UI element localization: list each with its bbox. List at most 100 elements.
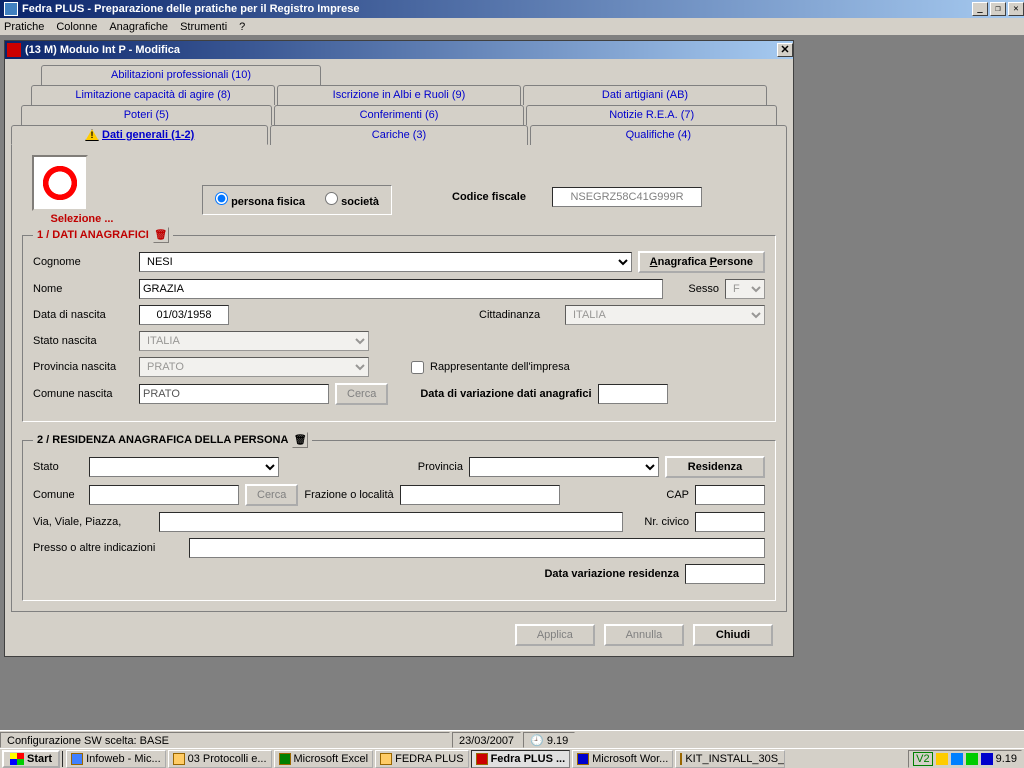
presso-input[interactable]	[189, 538, 765, 558]
provincia-nascita-label: Provincia nascita	[33, 361, 133, 373]
tab-iscrizione-albi[interactable]: Iscrizione in Albi e Ruoli (9)	[277, 85, 521, 105]
cittadinanza-select: ITALIA	[565, 305, 765, 325]
sesso-select: F	[725, 279, 765, 299]
tab-dati-artigiani[interactable]: Dati artigiani (AB)	[523, 85, 767, 105]
tab-panel: Selezione ... persona fisica società Cod…	[11, 145, 787, 612]
section1-legend: 1 / DATI ANAGRAFICI🗑	[33, 227, 173, 243]
cittadinanza-label: Cittadinanza	[479, 309, 559, 321]
tab-dati-generali[interactable]: !Dati generali (1-2)	[11, 125, 268, 145]
radio-persona-fisica[interactable]: persona fisica	[215, 192, 305, 208]
comune-label: Comune	[33, 489, 83, 501]
taskbar-item[interactable]: FEDRA PLUS	[375, 750, 468, 768]
taskbar-item[interactable]: Microsoft Wor...	[572, 750, 673, 768]
tab-abilitazioni[interactable]: Abilitazioni professionali (10)	[41, 65, 321, 85]
codice-fiscale-input	[552, 187, 702, 207]
sesso-label: Sesso	[669, 283, 719, 295]
cognome-label: Cognome	[33, 256, 133, 268]
tab-dati-generali-label: Dati generali (1-2)	[102, 129, 194, 141]
cerca-comune-button[interactable]: Cerca	[245, 484, 298, 506]
taskbar-item[interactable]: 03 Protocolli e...	[168, 750, 272, 768]
nome-input[interactable]	[139, 279, 663, 299]
nrcivico-label: Nr. civico	[629, 516, 689, 528]
trash-icon[interactable]: 🗑	[153, 227, 169, 243]
menu-pratiche[interactable]: Pratiche	[4, 21, 44, 33]
nrcivico-input[interactable]	[695, 512, 765, 532]
mdi-close-button[interactable]: ✕	[777, 43, 793, 57]
rappresentante-label: Rappresentante dell'impresa	[430, 361, 570, 373]
cognome-select[interactable]: NESI	[139, 252, 632, 272]
nome-label: Nome	[33, 283, 133, 295]
data-variazione-anagrafici-input[interactable]	[598, 384, 668, 404]
system-tray: V2 9.19	[908, 750, 1022, 768]
rappresentante-checkbox[interactable]	[411, 361, 424, 374]
cap-label: CAP	[666, 489, 689, 501]
taskbar: Start Infoweb - Mic... 03 Protocolli e..…	[0, 748, 1024, 768]
taskbar-item[interactable]: KIT_INSTALL_30S_110600 ...	[675, 750, 785, 768]
trash-icon-2[interactable]: 🗑	[292, 432, 308, 448]
presso-label: Presso o altre indicazioni	[33, 542, 183, 554]
selection-label: Selezione ...	[32, 213, 132, 225]
maximize-button[interactable]: ❐	[990, 2, 1006, 16]
status-date: 23/03/2007	[452, 732, 521, 748]
comune-nascita-input	[139, 384, 329, 404]
tray-icon[interactable]	[981, 753, 993, 765]
menu-colonne[interactable]: Colonne	[56, 21, 97, 33]
app-titlebar: Fedra PLUS - Preparazione delle pratiche…	[0, 0, 1024, 18]
menu-strumenti[interactable]: Strumenti	[180, 21, 227, 33]
tab-notizie-rea[interactable]: Notizie R.E.A. (7)	[526, 105, 777, 125]
data-variazione-residenza-input[interactable]	[685, 564, 765, 584]
tray-lang[interactable]: V2	[913, 752, 932, 766]
menu-help[interactable]: ?	[239, 21, 245, 33]
tab-poteri[interactable]: Poteri (5)	[21, 105, 272, 125]
codice-fiscale-label: Codice fiscale	[452, 191, 526, 203]
mdi-window: (13 M) Modulo Int P - Modifica ✕ Abilita…	[4, 40, 794, 657]
tab-cariche[interactable]: Cariche (3)	[270, 125, 527, 145]
comune-nascita-label: Comune nascita	[33, 388, 133, 400]
stato-select[interactable]	[89, 457, 279, 477]
tab-stack: Abilitazioni professionali (10) Limitazi…	[5, 59, 793, 618]
provincia-nascita-select: PRATO	[139, 357, 369, 377]
start-button[interactable]: Start	[2, 750, 60, 768]
cap-input[interactable]	[695, 485, 765, 505]
taskbar-item-active[interactable]: Fedra PLUS ...	[471, 750, 571, 768]
provincia-select[interactable]	[469, 457, 659, 477]
taskbar-item[interactable]: Microsoft Excel	[274, 750, 374, 768]
via-input[interactable]	[159, 512, 623, 532]
data-nascita-label: Data di nascita	[33, 309, 133, 321]
menu-anagrafiche[interactable]: Anagrafiche	[109, 21, 168, 33]
warning-icon: !	[85, 129, 99, 141]
stato-label: Stato	[33, 461, 83, 473]
type-radio-group: persona fisica società	[202, 185, 392, 215]
comune-input[interactable]	[89, 485, 239, 505]
mdi-icon	[7, 43, 21, 57]
tray-icon[interactable]	[951, 753, 963, 765]
selection-block: Selezione ...	[32, 155, 132, 225]
footer-buttons: Applica Annulla Chiudi	[5, 618, 793, 656]
via-label: Via, Viale, Piazza,	[33, 516, 153, 528]
close-button[interactable]: ✕	[1008, 2, 1024, 16]
tray-icon[interactable]	[966, 753, 978, 765]
tab-limitazione[interactable]: Limitazione capacità di agire (8)	[31, 85, 275, 105]
chiudi-button[interactable]: Chiudi	[693, 624, 773, 646]
tab-conferimenti[interactable]: Conferimenti (6)	[274, 105, 525, 125]
annulla-button[interactable]: Annulla	[604, 624, 684, 646]
selection-image[interactable]	[32, 155, 88, 211]
data-variazione-residenza-label: Data variazione residenza	[544, 568, 679, 580]
residenza-button[interactable]: Residenza	[665, 456, 765, 478]
anagrafica-persone-button[interactable]: Anagrafica Persone	[638, 251, 765, 273]
provincia-label: Provincia	[418, 461, 463, 473]
section-residenza: 2 / RESIDENZA ANAGRAFICA DELLA PERSONA🗑 …	[22, 432, 776, 601]
frazione-input[interactable]	[400, 485, 560, 505]
status-time: 🕘 9.19	[523, 732, 575, 748]
data-nascita-input[interactable]	[139, 305, 229, 325]
tab-qualifiche[interactable]: Qualifiche (4)	[530, 125, 787, 145]
radio-societa[interactable]: società	[325, 192, 379, 208]
minimize-button[interactable]: _	[972, 2, 988, 16]
statusbar: Configurazione SW scelta: BASE 23/03/200…	[0, 730, 1024, 748]
applica-button[interactable]: Applica	[515, 624, 595, 646]
taskbar-item[interactable]: Infoweb - Mic...	[66, 750, 166, 768]
tray-icon[interactable]	[936, 753, 948, 765]
workspace: (13 M) Modulo Int P - Modifica ✕ Abilita…	[0, 36, 1024, 730]
cerca-comune-nascita-button[interactable]: Cerca	[335, 383, 388, 405]
data-variazione-anagrafici-label: Data di variazione dati anagrafici	[420, 388, 591, 400]
